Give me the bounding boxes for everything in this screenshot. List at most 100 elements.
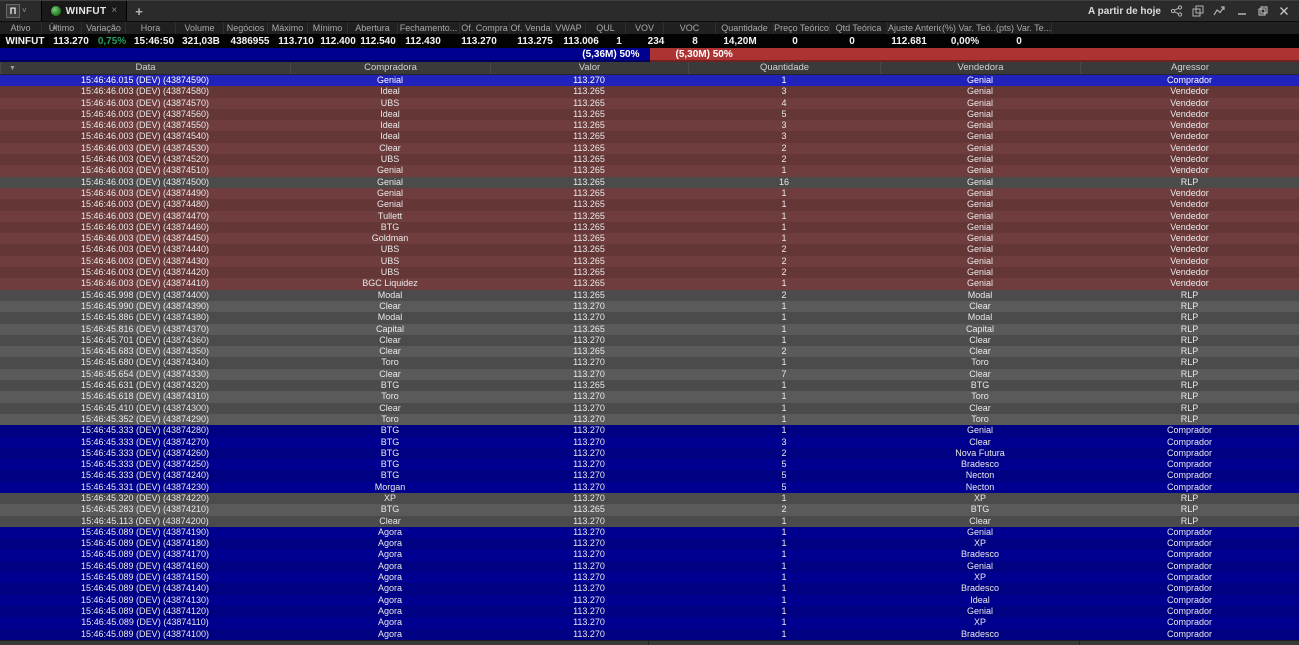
trade-row[interactable]: 15:46:45.089 (DEV) (43874180)Agora113.27… [0,538,1299,549]
quote-label-qul[interactable]: QUL [586,22,626,34]
trade-row[interactable]: 15:46:45.683 (DEV) (43874350)Clear113.26… [0,346,1299,357]
trade-row[interactable]: 15:46:45.113 (DEV) (43874200)Clear113.27… [0,516,1299,527]
column-header-agressor[interactable]: Agressor [1080,62,1299,74]
column-header-valor[interactable]: Valor [490,62,688,74]
trade-row[interactable]: 15:46:45.089 (DEV) (43874150)Agora113.27… [0,572,1299,583]
trade-row[interactable]: 15:46:45.352 (DEV) (43874290)Toro113.270… [0,414,1299,425]
trade-row[interactable]: 15:46:45.089 (DEV) (43874110)Agora113.27… [0,617,1299,628]
trade-row[interactable]: 15:46:46.003 (DEV) (43874470)Tullett113.… [0,211,1299,222]
trade-row[interactable]: 15:46:46.003 (DEV) (43874440)UBS113.2652… [0,244,1299,255]
trade-row[interactable]: 15:46:45.618 (DEV) (43874310)Toro113.270… [0,391,1299,402]
tab-winfut[interactable]: WINFUT × [41,1,128,21]
trade-row[interactable]: 15:46:45.331 (DEV) (43874230)Morgan113.2… [0,482,1299,493]
trade-row[interactable]: 15:46:45.320 (DEV) (43874220)XP113.2701X… [0,493,1299,504]
trade-row[interactable]: 15:46:45.680 (DEV) (43874340)Toro113.270… [0,357,1299,368]
new-tab-button[interactable]: + [127,1,151,21]
trade-row[interactable]: 15:46:45.701 (DEV) (43874360)Clear113.27… [0,335,1299,346]
trade-row[interactable]: 15:46:45.654 (DEV) (43874330)Clear113.27… [0,369,1299,380]
trade-row[interactable]: 15:46:46.003 (DEV) (43874480)Genial113.2… [0,199,1299,210]
trade-row[interactable]: 15:46:45.998 (DEV) (43874400)Modal113.26… [0,290,1299,301]
column-header-quantidade[interactable]: Quantidade [688,62,880,74]
quantity-cell: 1 [688,425,880,436]
price-cell: 113.265 [490,290,688,301]
trade-row[interactable]: 15:46:46.003 (DEV) (43874550)Ideal113.26… [0,120,1299,131]
trade-row[interactable]: 15:46:45.333 (DEV) (43874280)BTG113.2701… [0,425,1299,436]
aggressor-cell: Comprador [1080,549,1299,560]
trade-row[interactable]: 15:46:45.089 (DEV) (43874130)Agora113.27… [0,595,1299,606]
quote-label-var-te[interactable]: (%) Var. Teó... [942,22,996,34]
app-menu-button[interactable]: Π ˅ [0,1,33,21]
trade-row[interactable]: 15:46:45.089 (DEV) (43874170)Agora113.27… [0,549,1299,560]
quote-label-of-compra[interactable]: Of. Compra [460,22,510,34]
trade-row[interactable]: 15:46:45.089 (DEV) (43874100)Agora113.27… [0,629,1299,640]
trade-row[interactable]: 15:46:45.333 (DEV) (43874260)BTG113.2702… [0,448,1299,459]
restore-button[interactable] [1258,6,1268,16]
quote-label-pts-var-te[interactable]: (pts) Var. Te... [996,22,1052,34]
trade-row[interactable]: 15:46:46.003 (DEV) (43874490)Genial113.2… [0,188,1299,199]
quote-label-vwap[interactable]: VWAP [552,22,586,34]
quote-label-ajuste-anterior[interactable]: Ajuste Anterior [888,22,942,34]
quote-label-volume[interactable]: Volume [176,22,224,34]
trade-row[interactable]: 15:46:46.003 (DEV) (43874500)Genial113.2… [0,177,1299,188]
trade-row[interactable]: 15:46:46.003 (DEV) (43874510)Genial113.2… [0,165,1299,176]
trade-row[interactable]: 15:46:46.003 (DEV) (43874530)Clear113.26… [0,143,1299,154]
column-header-vendedora[interactable]: Vendedora [880,62,1080,74]
trade-row[interactable]: 15:46:46.003 (DEV) (43874560)Ideal113.26… [0,109,1299,120]
quote-label-fechamento[interactable]: Fechamento... [398,22,460,34]
trade-row[interactable]: 15:46:46.015 (DEV) (43874590)Genial113.2… [0,75,1299,86]
close-button[interactable] [1279,6,1289,16]
trade-row[interactable]: 15:46:45.283 (DEV) (43874210)BTG113.2652… [0,504,1299,515]
filter-dropdown-icon[interactable]: ▼ [9,65,16,72]
buyer-broker-cell: Agora [290,595,490,606]
duplicate-window-icon[interactable] [1192,5,1204,17]
quote-label-pre-o-te-rico[interactable]: Preço Teórico [774,22,830,34]
trade-row[interactable]: 15:46:46.003 (DEV) (43874540)Ideal113.26… [0,131,1299,142]
tab-close-icon[interactable]: × [111,6,117,16]
trade-row[interactable]: 15:46:45.333 (DEV) (43874270)BTG113.2703… [0,437,1299,448]
minimize-button[interactable] [1237,6,1247,16]
trades-table-body[interactable]: 15:46:46.015 (DEV) (43874590)Genial113.2… [0,75,1299,640]
trade-row[interactable]: 15:46:45.410 (DEV) (43874300)Clear113.27… [0,403,1299,414]
quote-label-ltimo[interactable]: Último [42,22,82,34]
quote-label-qtd-te-rica[interactable]: Qtd Teórica [830,22,888,34]
column-header-compradora[interactable]: Compradora [290,62,490,74]
quote-label-vov[interactable]: VOV [626,22,664,34]
buyer-broker-cell: BTG [290,425,490,436]
trade-row[interactable]: 15:46:45.089 (DEV) (43874120)Agora113.27… [0,606,1299,617]
trade-row[interactable]: 15:46:45.089 (DEV) (43874140)Agora113.27… [0,583,1299,594]
quote-label-quantidade[interactable]: Quantidade [716,22,774,34]
quote-label-varia-o[interactable]: Variação [82,22,126,34]
quote-label-neg-cios[interactable]: Negócios [224,22,268,34]
price-cell: 113.270 [490,583,688,594]
quote-value-quantidade: 14,20M [714,35,766,48]
period-selector[interactable]: A partir de hoje [1088,6,1161,17]
trade-row[interactable]: 15:46:45.089 (DEV) (43874160)Agora113.27… [0,561,1299,572]
trade-row[interactable]: 15:46:45.886 (DEV) (43874380)Modal113.27… [0,312,1299,323]
trade-row[interactable]: 15:46:46.003 (DEV) (43874450)Goldman113.… [0,233,1299,244]
trade-row[interactable]: 15:46:45.631 (DEV) (43874320)BTG113.2651… [0,380,1299,391]
trade-row[interactable]: 15:46:46.003 (DEV) (43874520)UBS113.2652… [0,154,1299,165]
quote-label-m-ximo[interactable]: Máximo [268,22,308,34]
price-cell: 113.265 [490,188,688,199]
quote-label-ativo[interactable]: Ativo [0,22,42,34]
trade-row[interactable]: 15:46:46.003 (DEV) (43874570)UBS113.2654… [0,98,1299,109]
quote-label-abertura[interactable]: Abertura [348,22,398,34]
quote-label-of-venda[interactable]: Of. Venda [510,22,552,34]
column-header-data[interactable]: Data [0,62,290,74]
trade-row[interactable]: 15:46:45.990 (DEV) (43874390)Clear113.27… [0,301,1299,312]
trade-row[interactable]: 15:46:46.003 (DEV) (43874410)BGC Liquide… [0,278,1299,289]
trade-row[interactable]: 15:46:46.003 (DEV) (43874580)Ideal113.26… [0,86,1299,97]
quote-label-m-nimo[interactable]: Mínimo [308,22,348,34]
trade-row[interactable]: 15:46:45.333 (DEV) (43874250)BTG113.2705… [0,459,1299,470]
share-icon[interactable] [1170,5,1183,17]
trade-time-cell: 15:46:46.003 (DEV) (43874540) [0,131,290,142]
trade-row[interactable]: 15:46:46.003 (DEV) (43874420)UBS113.2652… [0,267,1299,278]
trade-row[interactable]: 15:46:45.333 (DEV) (43874240)BTG113.2705… [0,470,1299,481]
chart-link-icon[interactable] [1213,5,1226,17]
trade-row[interactable]: 15:46:46.003 (DEV) (43874460)BTG113.2651… [0,222,1299,233]
trade-row[interactable]: 15:46:46.003 (DEV) (43874430)UBS113.2652… [0,256,1299,267]
trade-row[interactable]: 15:46:45.089 (DEV) (43874190)Agora113.27… [0,527,1299,538]
quote-label-hora[interactable]: Hora [126,22,176,34]
quote-label-voc[interactable]: VOC [664,22,716,34]
trade-row[interactable]: 15:46:45.816 (DEV) (43874370)Capital113.… [0,324,1299,335]
